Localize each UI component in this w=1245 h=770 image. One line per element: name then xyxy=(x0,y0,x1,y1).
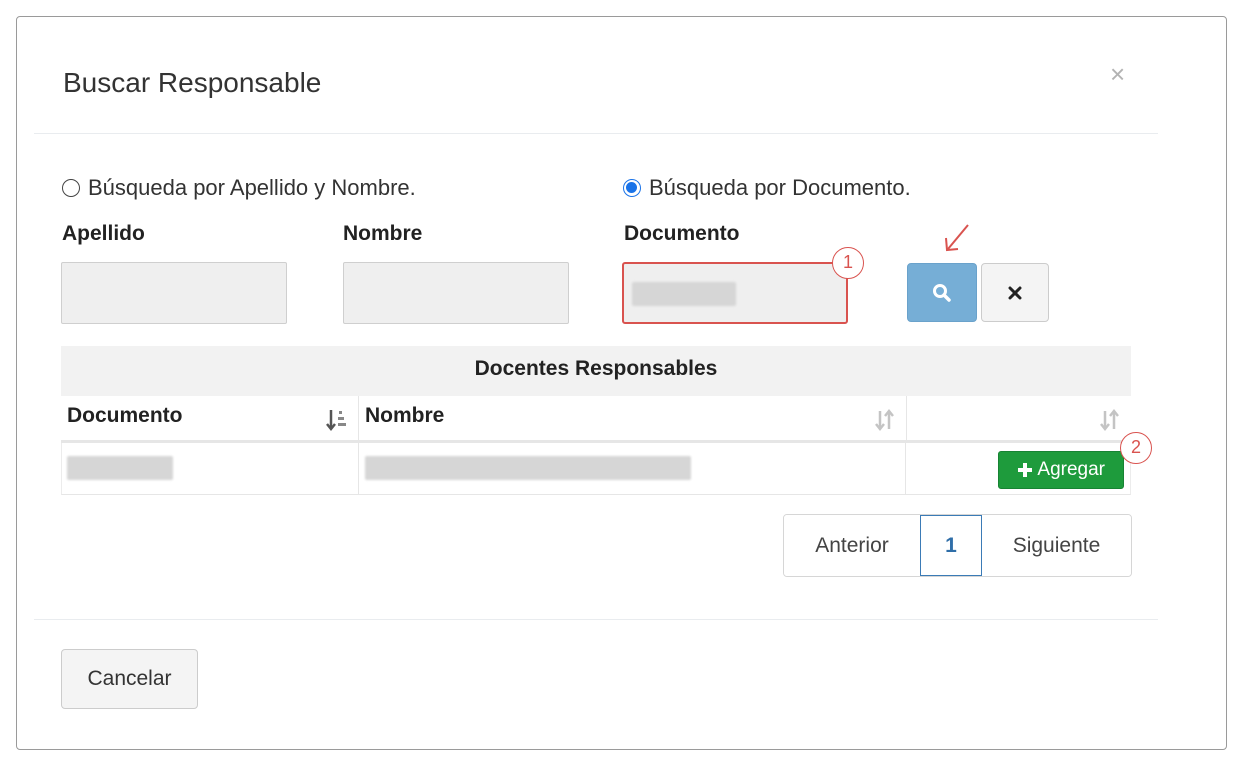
documento-input[interactable] xyxy=(622,262,848,324)
plus-icon xyxy=(1018,463,1033,477)
redacted-name-value xyxy=(364,456,691,480)
sort-both-icon xyxy=(1100,408,1119,432)
table-caption: Docentes Responsables xyxy=(61,346,1131,396)
radio-search-by-document[interactable]: Búsqueda por Documento. xyxy=(623,175,911,201)
cancel-button[interactable]: Cancelar xyxy=(61,649,198,709)
nombre-label: Nombre xyxy=(343,222,423,245)
search-button[interactable] xyxy=(907,263,977,322)
redacted-document-value xyxy=(632,282,736,306)
pagination: Anterior 1 Siguiente xyxy=(783,514,1132,577)
column-header-documento[interactable]: Documento xyxy=(61,396,358,440)
modal-title: Buscar Responsable xyxy=(63,67,322,98)
clear-button[interactable] xyxy=(981,263,1049,322)
add-button-label: Agregar xyxy=(1037,459,1105,480)
column-header-label: Nombre xyxy=(365,404,445,427)
sort-both-icon xyxy=(875,408,894,432)
column-header-label: Documento xyxy=(67,404,183,427)
documento-label: Documento xyxy=(624,222,740,245)
apellido-input[interactable] xyxy=(61,262,287,324)
docentes-table: Docentes Responsables Documento Nombre A… xyxy=(61,346,1131,495)
radio-unchecked-icon xyxy=(62,179,80,197)
annotation-badge-1: 1 xyxy=(832,247,864,279)
radio-search-by-name[interactable]: Búsqueda por Apellido y Nombre. xyxy=(62,175,416,201)
sort-asc-icon xyxy=(326,410,346,432)
pagination-prev-button[interactable]: Anterior xyxy=(784,515,920,576)
footer-divider xyxy=(34,619,1158,620)
search-responsible-modal: Buscar Responsable × Búsqueda por Apelli… xyxy=(16,16,1227,750)
cell-actions: Agregar xyxy=(905,443,1130,494)
add-button[interactable]: Agregar xyxy=(998,451,1125,489)
close-icon xyxy=(1008,286,1022,299)
search-icon xyxy=(933,283,951,302)
column-header-actions xyxy=(906,396,1131,440)
close-icon[interactable]: × xyxy=(1110,61,1125,87)
redacted-document-value xyxy=(67,456,173,480)
column-header-nombre[interactable]: Nombre xyxy=(358,396,906,440)
cell-nombre xyxy=(357,443,905,494)
apellido-label: Apellido xyxy=(62,222,145,245)
pagination-page-1[interactable]: 1 xyxy=(920,515,982,576)
cell-documento xyxy=(62,443,358,494)
radio-search-by-document-label: Búsqueda por Documento. xyxy=(649,175,911,200)
radio-search-by-name-label: Búsqueda por Apellido y Nombre. xyxy=(88,175,416,200)
pagination-next-button[interactable]: Siguiente xyxy=(982,515,1131,576)
table-row: Agregar xyxy=(61,443,1131,495)
annotation-badge-2: 2 xyxy=(1120,432,1152,464)
radio-checked-icon xyxy=(623,179,641,197)
table-header: Documento Nombre xyxy=(61,396,1131,443)
header-divider xyxy=(34,133,1158,134)
nombre-input[interactable] xyxy=(343,262,569,324)
annotation-arrow-icon xyxy=(945,224,969,252)
